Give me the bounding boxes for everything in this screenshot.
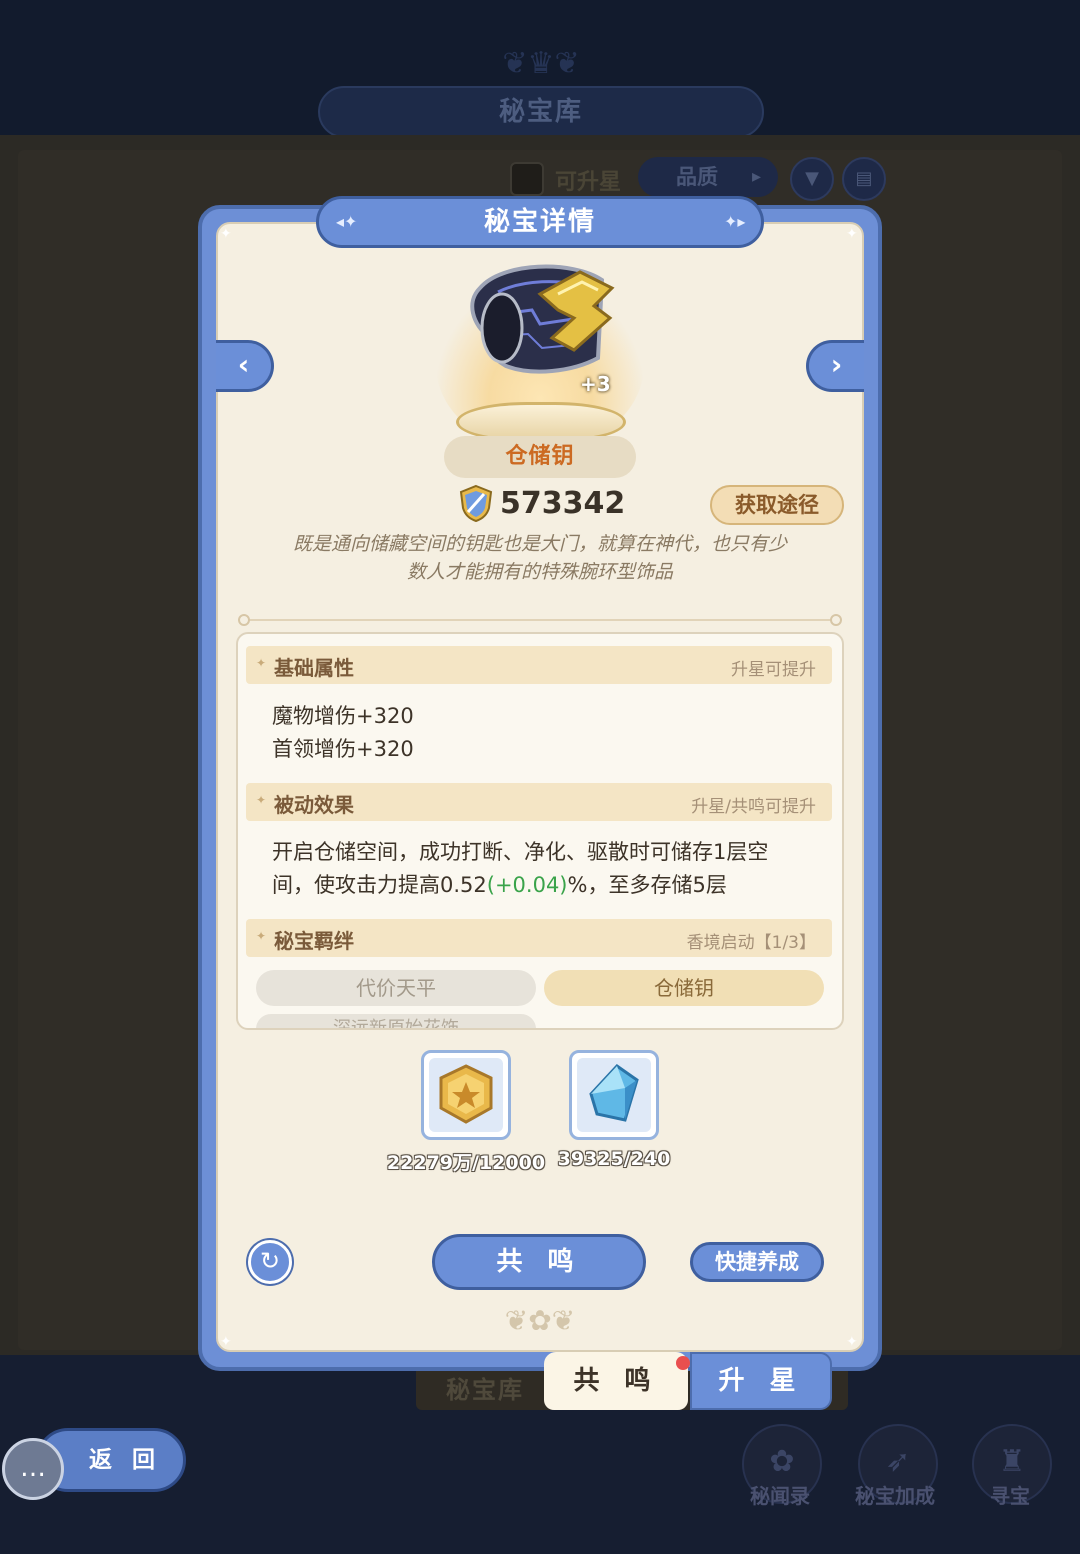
section-note: 香境启动【1/3】 <box>686 933 816 953</box>
section-title: 秘宝羁绊 <box>274 929 354 953</box>
blue-crystal-icon <box>589 1064 639 1122</box>
material-count: 22279万/12000 <box>386 1152 546 1174</box>
section-header-passive: ✦ 被动效果 升星/共鸣可提升 <box>246 783 832 821</box>
corner-label-hunt: 寻宝 <box>990 1484 1030 1508</box>
corner-sparkle-icon: ✦ <box>846 226 858 242</box>
modal-title: 秘宝详情 <box>316 196 764 248</box>
notification-dot <box>676 1356 690 1370</box>
crest-ornament-icon: ❦♛❦ <box>502 46 580 81</box>
divider-dot <box>830 614 842 626</box>
section-title: 基础属性 <box>274 656 354 680</box>
upgradable-label: 可升星 <box>555 170 622 195</box>
filter-icon[interactable]: ▼ <box>790 157 834 201</box>
power-shield-icon <box>459 484 493 522</box>
upgradable-checkbox[interactable] <box>510 162 544 196</box>
prev-item-button[interactable]: ‹ <box>216 340 274 392</box>
sparkle-icon: ◂✦ <box>336 212 358 231</box>
refresh-icon[interactable]: ↻ <box>248 1240 292 1284</box>
description-line: 数人才能拥有的特殊腕环型饰品 <box>406 561 673 583</box>
tab-resonate[interactable]: 共 鸣 <box>544 1352 688 1410</box>
gold-medal-icon <box>439 1064 493 1124</box>
section-note: 升星/共鸣可提升 <box>691 797 816 817</box>
section-title: 被动效果 <box>274 793 354 817</box>
passive-text: 间，使攻击力提高0.52(+0.04)%，至多存储5层 <box>272 873 727 897</box>
corner-sparkle-icon: ✦ <box>220 1334 232 1350</box>
vault-title-banner: 秘宝库 <box>318 86 764 138</box>
bond-overflow-clip: 深远新原始花饰 <box>238 1014 842 1028</box>
diamond-icon: ✦ <box>256 929 267 943</box>
corner-sparkle-icon: ✦ <box>846 1334 858 1350</box>
corner-label-bonus: 秘宝加成 <box>855 1484 935 1508</box>
diamond-icon: ✦ <box>256 793 267 807</box>
next-item-button[interactable]: › <box>806 340 864 392</box>
sparkle-icon: ✦▸ <box>724 212 746 231</box>
resonate-button[interactable]: 共 鸣 <box>432 1234 646 1290</box>
section-note: 升星可提升 <box>731 660 816 680</box>
item-description: 既是通向储藏空间的钥匙也是大门，就算在神代，也只有少 数人才能拥有的特殊腕环型饰… <box>240 530 840 586</box>
material-count: 39325/240 <box>557 1148 671 1170</box>
obtain-source-button[interactable]: 获取途径 <box>710 485 844 525</box>
book-icon[interactable]: ▤ <box>842 157 886 201</box>
passive-text: 开启仓储空间，成功打断、净化、驱散时可储存1层空 <box>272 840 769 864</box>
bonus-value: (+0.04) <box>486 873 568 897</box>
diamond-icon: ✦ <box>256 656 267 670</box>
section-header-basic: ✦ 基础属性 升星可提升 <box>246 646 832 684</box>
stat-line: 首领增伤+320 <box>272 737 414 761</box>
quick-cultivate-button[interactable]: 快捷养成 <box>690 1242 824 1282</box>
bond-item[interactable]: 代价天平 <box>256 970 536 1006</box>
bond-item[interactable]: 深远新原始花饰 <box>256 1014 536 1028</box>
description-line: 既是通向储藏空间的钥匙也是大门，就算在神代，也只有少 <box>292 533 787 555</box>
corner-label-secrets: 秘闻录 <box>750 1484 810 1508</box>
power-value: 573342 <box>500 486 626 521</box>
divider <box>240 619 840 621</box>
stat-line: 魔物增伤+320 <box>272 704 414 728</box>
tab-star-up[interactable]: 升 星 <box>690 1352 832 1410</box>
bond-item-active[interactable]: 仓储钥 <box>544 970 824 1006</box>
material-slot[interactable] <box>421 1050 511 1140</box>
chat-bubble-icon[interactable]: … <box>2 1438 64 1500</box>
material-slot[interactable] <box>569 1050 659 1140</box>
corner-sparkle-icon: ✦ <box>220 226 232 242</box>
item-name: 仓储钥 <box>444 436 636 478</box>
item-star-level: +3 <box>580 372 611 396</box>
crest-ornament-icon: ❦✿❦ <box>504 1304 576 1337</box>
section-header-bond: ✦ 秘宝羁绊 香境启动【1/3】 <box>246 919 832 957</box>
sort-arrow-icon: ▸ <box>752 166 762 187</box>
divider-dot <box>238 614 250 626</box>
